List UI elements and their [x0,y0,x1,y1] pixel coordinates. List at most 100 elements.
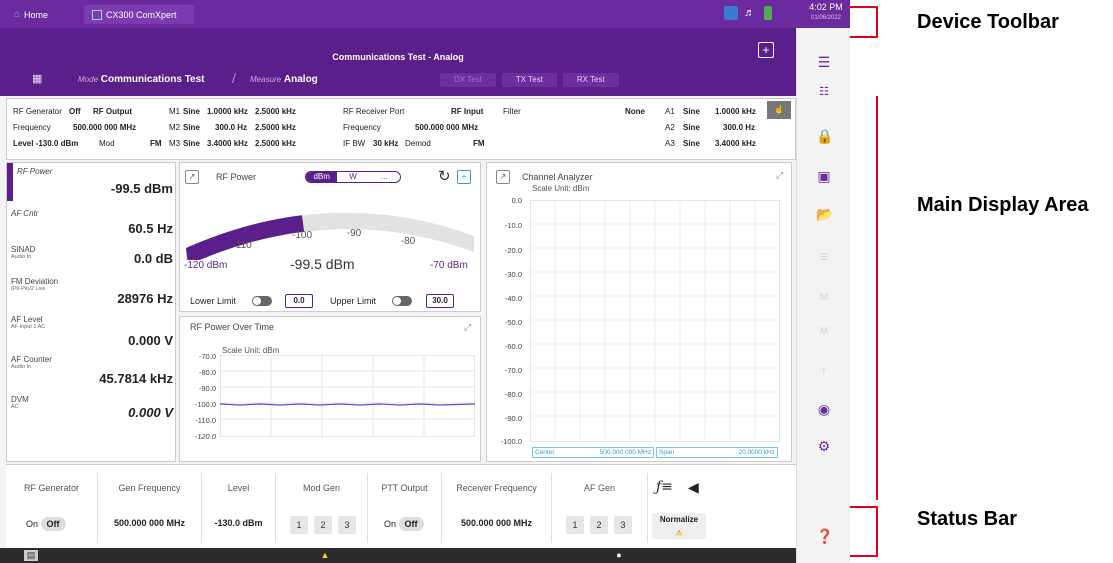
center-frequency-field[interactable]: Center 500.000 000 MHz [532,447,654,458]
fullscreen-icon[interactable]: ⤢ [464,322,471,333]
center-label: Center [535,449,555,456]
unit-dbm[interactable]: dBm [306,172,338,182]
span-label: Span [659,449,675,456]
menu-icon[interactable]: ☰ [816,54,832,70]
measurement-sub: Audio In [11,364,32,370]
mod-gen-1-button[interactable]: 1 [290,516,308,534]
mod-gen-3-button[interactable]: 3 [338,516,356,534]
gauge-tick-label: -100 [292,230,312,241]
camera-icon[interactable]: ◉ [816,401,832,417]
upper-limit-input[interactable]: 30.0 [426,294,454,308]
alert-icon[interactable]: ▲ [318,550,332,561]
measurement-af-counter[interactable]: AF Counter Audio In 45.7814 kHz [11,355,173,389]
y-tick-label: -80.0 [504,390,522,399]
rf-power-trace [220,403,475,406]
status-gen-frequency[interactable]: Gen Frequency 500.000 000 MHz [98,473,202,543]
y-tick-label: -70.0 [198,352,216,361]
status-ptt-output[interactable]: PTT Output On Off [368,473,442,543]
help-icon[interactable]: ❓ [816,528,833,544]
gauge-reading: -99.5 dBm [290,256,355,272]
af-gen-2-button[interactable]: 2 [590,516,608,534]
home-tab[interactable]: ⌂ Home [6,5,78,24]
measurement-dvm[interactable]: DVM AC 0.000 V [11,391,173,425]
gauge-tick-label: -80 [401,236,416,247]
measurement-af-cntr[interactable]: AF Cntr 60.5 Hz [11,209,173,243]
y-tick-label: -50.0 [504,318,522,327]
measurement-label: AF Cntr [11,209,39,218]
status-label: AF Gen [583,483,615,493]
gauge-tick-label: -110 [232,240,252,251]
a1-freq: 1.0000 kHz [715,107,756,116]
unit-watts[interactable]: W [337,172,368,182]
ptt-output-toggle[interactable]: On Off [384,517,424,531]
add-button[interactable]: + [758,42,774,58]
tab-dx-test[interactable]: DX Test [440,73,496,87]
m2-freq: 300.0 Hz [215,123,248,132]
measure-selector[interactable]: Measure Analog [250,74,318,85]
rf-generator-label: RF Generator [13,107,62,116]
location-icon[interactable]: ● [612,550,626,561]
measurement-sub: AF Input 1 AC [11,324,46,330]
mode-key: Mode [78,75,99,84]
measurement-label: RF Power [17,167,53,176]
callout-main-display: Main Display Area [917,194,1089,216]
measurement-af-level[interactable]: AF Level AF Input 1 AC 0.000 V [11,315,173,349]
status-level[interactable]: Level -130.0 dBm [202,473,276,543]
a3-wave: Sine [683,139,700,148]
callout-tick [850,6,878,8]
measurement-fm-deviation[interactable]: FM Deviation (Pk-Pk)/2 Live 28976 Hz [11,277,173,311]
rx-port-value: RF Input [451,107,484,116]
tab-rx-test[interactable]: RX Test [562,73,619,87]
unit-toggle[interactable]: dBm W ... [305,171,401,183]
mod-gen-2-button[interactable]: 2 [314,516,332,534]
function-icon[interactable]: ƒ≡ [656,479,673,495]
refresh-icon[interactable]: ↻ [438,167,451,185]
af-gen-3-button[interactable]: 3 [614,516,632,534]
analyzer-scale-unit: Scale Unit: dBm [532,184,590,193]
rf-power-title: RF Power [216,172,257,182]
y-tick-label: -70.0 [504,366,522,375]
analyzer-title: Channel Analyzer [522,172,593,182]
upper-limit-switch[interactable] [392,296,412,306]
lock-icon[interactable]: 🔒 [816,128,833,144]
mode-selector[interactable]: Mode Communications Test [78,74,205,85]
add-panel-icon[interactable]: + [457,170,471,184]
gauge-min: -120 dBm [184,260,228,271]
speaker-icon[interactable]: ◀ [688,479,699,496]
files-icon[interactable]: ▤ [24,550,38,561]
ifbw-label: IF BW [343,139,366,148]
app-grid-icon[interactable]: ▦ [32,72,46,86]
lower-limit-switch[interactable] [252,296,272,306]
measurement-rf-power[interactable]: RF Power -99.5 dBm [11,167,173,203]
status-receiver-frequency[interactable]: Receiver Frequency 500.000 000 MHz [442,473,552,543]
rf-output-value: RF Output [93,107,133,116]
lower-limit-input[interactable]: 0.0 [285,294,313,308]
list-view-icon[interactable]: ☷ [816,84,832,100]
on-label: On [26,519,39,529]
tab-tx-test[interactable]: TX Test [501,73,557,87]
status-rf-generator[interactable]: RF Generator On Off [6,473,98,543]
status-label: Gen Frequency [118,483,181,493]
callout-tick [850,555,878,557]
folder-icon[interactable]: 📂 [816,206,833,222]
callout-tick [850,36,878,38]
span-field[interactable]: Span 20.0000 kHz [656,447,778,458]
a3-freq: 3.4000 kHz [715,139,756,148]
m2-dev: 2.5000 kHz [255,123,296,132]
normalize-label: Normalize [659,515,699,524]
expand-icon[interactable]: ↗ [496,170,510,184]
measurement-value: 45.7814 kHz [99,371,173,386]
speaker-icon: ♬ [744,7,755,19]
save-icon[interactable]: ▣ [816,168,832,184]
settings-info-bar[interactable]: RF Generator Off RF Output Frequency 500… [6,98,796,160]
fullscreen-icon[interactable]: ⤢ [776,170,783,181]
af-gen-1-button[interactable]: 1 [566,516,584,534]
normalize-button[interactable]: Normalize ⚠ [652,513,706,539]
expand-icon[interactable]: ↗ [185,170,199,184]
rf-generator-toggle[interactable]: On Off [26,517,66,531]
app-tab[interactable]: CX300 ComXpert [84,5,194,24]
measurement-sinad[interactable]: SINAD Audio In 0.0 dB [11,239,173,273]
unit-more[interactable]: ... [369,172,400,182]
settings-icon[interactable]: ⚙ [816,438,832,454]
m3-dev: 2.5000 kHz [255,139,296,148]
